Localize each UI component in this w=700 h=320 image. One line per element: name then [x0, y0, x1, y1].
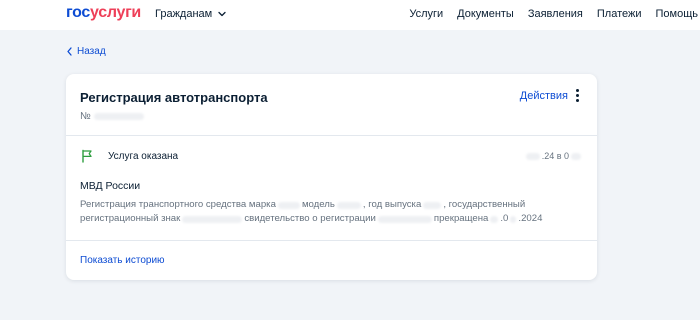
desc-part: Регистрация транспортного средства марка	[80, 199, 276, 210]
show-history-link[interactable]: Показать историю	[80, 255, 165, 266]
redacted-plate	[182, 215, 243, 223]
status-text: Услуга оказана	[108, 150, 179, 162]
desc-part: , государственный	[443, 199, 526, 210]
audience-label: Гражданам	[155, 8, 213, 20]
flag-icon	[82, 149, 92, 163]
organization-name: МВД России	[80, 180, 141, 192]
status-row: Услуга оказана .24 в 0	[80, 149, 585, 163]
logo-part-uslugi: услуги	[90, 4, 141, 21]
description-line-1: Регистрация транспортного средства марка…	[80, 198, 560, 212]
desc-part: .0	[500, 213, 509, 224]
service-description: Регистрация транспортного средства марка…	[80, 198, 560, 226]
top-header: гос услуги Гражданам Услуги Документы Зая…	[0, 0, 700, 30]
desc-part: свидетельство о регистрации	[244, 213, 376, 224]
nav-documents[interactable]: Документы	[457, 8, 514, 20]
redacted-certificate	[377, 215, 432, 223]
divider	[66, 240, 597, 241]
back-label: Назад	[77, 46, 106, 57]
chevron-down-icon	[218, 11, 226, 17]
main-nav: Услуги Документы Заявления Платежи Помощ…	[409, 8, 698, 20]
desc-part: прекращена	[433, 213, 489, 224]
number-prefix: №	[80, 111, 91, 122]
redacted-day	[490, 215, 499, 223]
audience-selector[interactable]: Гражданам	[155, 8, 227, 20]
redacted-brand	[277, 201, 300, 209]
chevron-left-icon	[67, 47, 72, 56]
desc-part: регистрационный знак	[80, 213, 181, 224]
redacted-date	[525, 152, 540, 160]
redacted-year	[423, 201, 442, 209]
card-title: Регистрация автотранспорта	[80, 90, 268, 105]
nav-help[interactable]: Помощь	[656, 8, 699, 20]
redacted-month	[510, 215, 517, 223]
nav-payments[interactable]: Платежи	[597, 8, 642, 20]
desc-part: модель	[301, 199, 335, 210]
back-link[interactable]: Назад	[66, 46, 106, 57]
desc-part: .2024	[518, 213, 543, 224]
redacted-model	[336, 201, 361, 209]
nav-applications[interactable]: Заявления	[528, 8, 583, 20]
redacted-number	[93, 113, 144, 120]
application-number: №	[80, 111, 144, 122]
description-line-2: регистрационный знак свидетельство о рег…	[80, 212, 560, 226]
nav-uslugi[interactable]: Услуги	[409, 8, 443, 20]
divider	[66, 135, 597, 136]
application-card: Регистрация автотранспорта № Действия Ус…	[66, 74, 597, 280]
actions-button[interactable]: Действия	[520, 89, 579, 102]
redacted-time	[571, 152, 581, 160]
gosuslugi-logo[interactable]: гос услуги	[66, 4, 141, 22]
desc-part: , год выпуска	[362, 199, 422, 210]
status-date: .24 в 0	[525, 151, 581, 161]
actions-label: Действия	[519, 89, 568, 102]
kebab-menu-icon	[575, 89, 579, 102]
status-date-text: .24 в 0	[541, 151, 569, 161]
logo-part-gos: гос	[66, 4, 91, 21]
